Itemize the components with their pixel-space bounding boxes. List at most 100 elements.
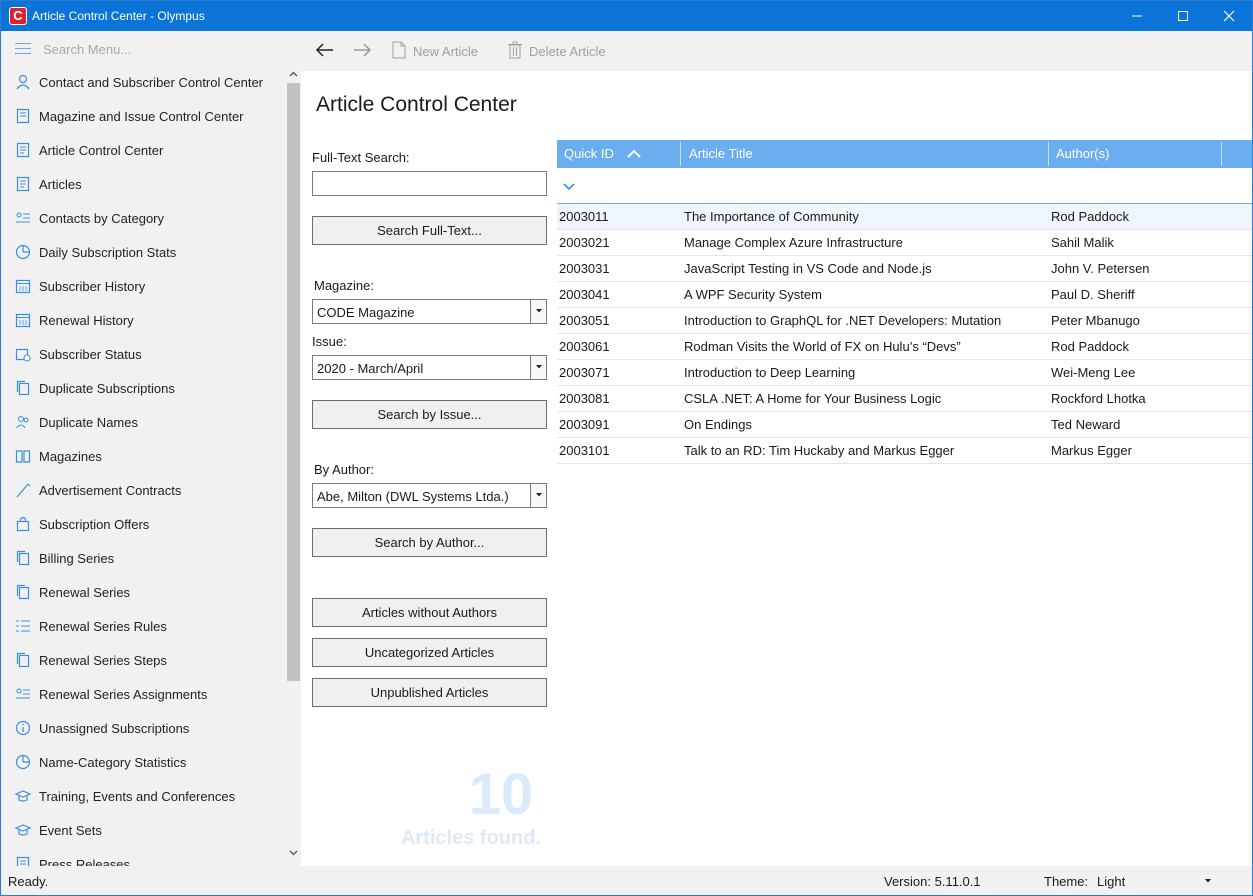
theme-select-value: Light — [1097, 874, 1126, 889]
table-row[interactable]: 2003071 Introduction to Deep Learning Wei-… — [557, 360, 1252, 386]
sidebar-item[interactable]: Duplicate Names — [1, 405, 286, 439]
sidebar-item-label: Contacts by Category — [39, 211, 165, 226]
table-row[interactable]: 2003051 Introduction to GraphQL for .NET … — [557, 308, 1252, 334]
maximize-button[interactable] — [1160, 1, 1206, 31]
author-dropdown-button[interactable] — [530, 484, 546, 507]
status-bar: Ready. Version: 5.11.0.1 Theme: Light — [1, 866, 1252, 895]
issue-label: Issue: — [312, 334, 347, 349]
sidebar-item[interactable]: Renewal History — [1, 303, 286, 337]
copy-icon — [16, 550, 30, 566]
cell-authors: Rockford Lhotka — [1051, 391, 1146, 406]
table-row[interactable]: 2003061 Rodman Visits the World of FX on … — [557, 334, 1252, 360]
magazine-dropdown-button[interactable] — [530, 300, 546, 323]
sidebar-item-label: Magazine and Issue Control Center — [39, 109, 244, 124]
cell-article-title: Manage Complex Azure Infrastructure — [684, 235, 903, 250]
sidebar-item[interactable]: Billing Series — [1, 541, 286, 575]
sidebar-item[interactable]: Contacts by Category — [1, 201, 286, 235]
hamburger-icon[interactable] — [15, 43, 31, 54]
sidebar-item-label: Renewal Series Assignments — [39, 687, 208, 702]
sidebar-item[interactable]: Magazine and Issue Control Center — [1, 99, 286, 133]
table-row[interactable]: 2003091 On Endings Ted Neward — [557, 412, 1252, 438]
search-by-author-button[interactable]: Search by Author... — [312, 528, 547, 557]
cell-article-title: A WPF Security System — [684, 287, 822, 302]
close-button[interactable] — [1206, 1, 1252, 31]
sidebar: Search Menu... Contact and Subscriber Co… — [1, 31, 301, 866]
sidebar-item[interactable]: Renewal Series Assignments — [1, 677, 286, 711]
column-header-article-title[interactable]: Article Title — [682, 140, 1047, 168]
column-header-authors[interactable]: Author(s) — [1049, 140, 1219, 168]
sidebar-item[interactable]: Subscription Offers — [1, 507, 286, 541]
sidebar-item[interactable]: Press Releases — [1, 847, 286, 866]
minimize-button[interactable] — [1114, 1, 1160, 31]
sidebar-item[interactable]: Daily Subscription Stats — [1, 235, 286, 269]
page-title: Article Control Center — [316, 93, 517, 116]
column-header-label: Article Title — [689, 146, 753, 161]
cell-authors: Sahil Malik — [1051, 235, 1114, 250]
back-arrow-icon[interactable] — [315, 42, 335, 58]
issue-dropdown-button[interactable] — [530, 356, 546, 379]
sidebar-menu: Contact and Subscriber Control Center Mag… — [1, 65, 286, 866]
sidebar-item[interactable]: Article Control Center — [1, 133, 286, 167]
status-icon — [15, 348, 31, 362]
author-label: By Author: — [314, 462, 374, 477]
sidebar-item[interactable]: Duplicate Subscriptions — [1, 371, 286, 405]
cell-authors: Rod Paddock — [1051, 339, 1130, 354]
result-count: 10 — [468, 762, 534, 827]
sidebar-item-label: Renewal Series — [39, 585, 131, 600]
new-article-button[interactable]: New Article — [391, 41, 478, 61]
search-menu-input[interactable]: Search Menu... — [1, 31, 301, 67]
sidebar-item[interactable]: Articles — [1, 167, 286, 201]
sidebar-item-label: Article Control Center — [39, 143, 164, 158]
sidebar-item[interactable]: Magazines — [1, 439, 286, 473]
full-text-search-input[interactable] — [312, 171, 547, 196]
column-header-quick-id[interactable]: Quick ID — [557, 140, 680, 168]
uncategorized-articles-button[interactable]: Uncategorized Articles — [312, 638, 547, 667]
dropdown-arrow-icon — [536, 365, 542, 369]
sidebar-item-label: Renewal Series Steps — [39, 653, 167, 668]
articles-without-authors-button[interactable]: Articles without Authors — [312, 598, 547, 627]
rules-list-icon — [16, 620, 30, 632]
author-select[interactable]: Abe, Milton (DWL Systems Ltda.) — [312, 483, 547, 508]
sidebar-item[interactable]: Unassigned Subscriptions — [1, 711, 286, 745]
table-row[interactable]: 2003021 Manage Complex Azure Infrastructu… — [557, 230, 1252, 256]
contacts-list-icon — [16, 212, 30, 223]
sidebar-scrollbar[interactable] — [286, 67, 301, 866]
table-row[interactable]: 2003041 A WPF Security System Paul D. Sher… — [557, 282, 1252, 308]
close-icon — [1223, 10, 1235, 22]
issue-select[interactable]: 2020 - March/April — [312, 355, 547, 380]
sidebar-item[interactable]: Renewal Series — [1, 575, 286, 609]
sidebar-item[interactable]: Subscriber Status — [1, 337, 286, 371]
copy-icon — [16, 652, 30, 668]
cell-quick-id: 2003091 — [559, 417, 610, 432]
sidebar-item[interactable]: Advertisement Contracts — [1, 473, 286, 507]
sidebar-item[interactable]: Contact and Subscriber Control Center — [1, 65, 286, 99]
sidebar-item[interactable]: Name-Category Statistics — [1, 745, 286, 779]
magazine-label: Magazine: — [314, 278, 374, 293]
scrollbar-thumb[interactable] — [287, 83, 300, 681]
title-bar: C Article Control Center - Olympus — [1, 1, 1252, 31]
magazine-icon — [16, 108, 30, 124]
chevron-down-icon[interactable] — [563, 183, 575, 190]
sidebar-item-label: Renewal Series Rules — [39, 619, 167, 634]
new-article-label: New Article — [413, 44, 479, 59]
delete-article-button[interactable]: Delete Article — [507, 41, 606, 61]
sidebar-item[interactable]: Training, Events and Conferences — [1, 779, 286, 813]
table-row[interactable]: 2003101 Talk to an RD: Tim Huckaby and Ma… — [557, 438, 1252, 464]
search-full-text-button[interactable]: Search Full-Text... — [312, 216, 547, 245]
sidebar-item[interactable]: Event Sets — [1, 813, 286, 847]
search-by-issue-button[interactable]: Search by Issue... — [312, 400, 547, 429]
table-row[interactable]: 2003081 CSLA .NET: A Home for Your Busine… — [557, 386, 1252, 412]
cell-article-title: Talk to an RD: Tim Huckaby and Markus Eg… — [684, 443, 955, 458]
table-row[interactable]: 2003011 The Importance of Community Rod Pa… — [557, 204, 1252, 230]
theme-select[interactable]: Light — [1093, 869, 1215, 893]
sidebar-item[interactable]: Renewal Series Rules — [1, 609, 286, 643]
magazine-select[interactable]: CODE Magazine — [312, 299, 547, 324]
theme-label: Theme: — [1044, 874, 1089, 889]
sidebar-item[interactable]: Renewal Series Steps — [1, 643, 286, 677]
forward-arrow-icon[interactable] — [352, 42, 372, 58]
table-row[interactable]: 2003031 JavaScript Testing in VS Code and… — [557, 256, 1252, 282]
article-icon — [16, 176, 30, 192]
unpublished-articles-button[interactable]: Unpublished Articles — [312, 678, 547, 707]
sidebar-item[interactable]: Subscriber History — [1, 269, 286, 303]
grid-header: Quick ID Article Title Author(s) — [557, 140, 1252, 168]
